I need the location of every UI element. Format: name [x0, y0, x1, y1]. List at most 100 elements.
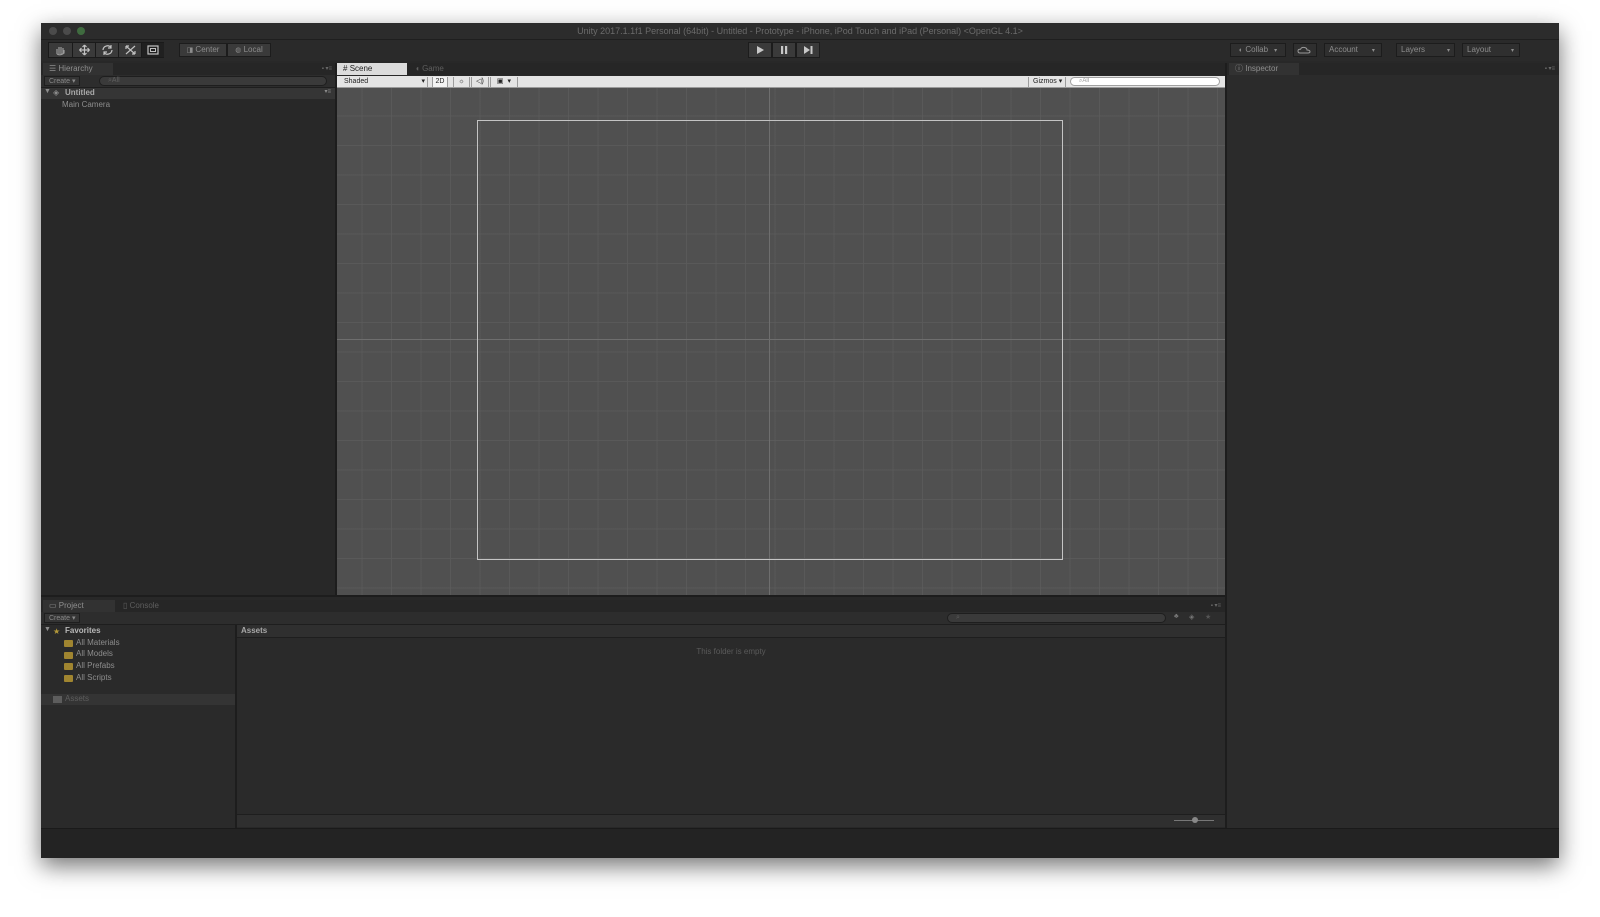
- pause-button[interactable]: [772, 42, 796, 58]
- main-toolbar: ◨ Center ◍ Local ◐ Collab ▾ Account ▾ Laye: [41, 40, 1559, 61]
- chevron-down-icon: ▾: [1447, 48, 1451, 54]
- folder-icon: ▭: [49, 601, 57, 610]
- title-bar: Unity 2017.1.1f1 Personal (64bit) - Unti…: [41, 23, 1559, 40]
- speaker-icon: ◁): [476, 78, 484, 85]
- tab-scene[interactable]: # Scene: [337, 63, 407, 75]
- search-folder-icon: [64, 640, 73, 647]
- play-button[interactable]: [748, 42, 772, 58]
- gizmos-dropdown[interactable]: Gizmos ▾: [1028, 77, 1066, 87]
- hierarchy-toolbar: Create ▾ ⌕All: [41, 75, 336, 88]
- search-folder-icon: [64, 652, 73, 659]
- chevron-down-icon: ▾: [1371, 48, 1375, 54]
- unity-scene-icon: ◈: [53, 88, 60, 97]
- favorites-label[interactable]: Favorites: [65, 626, 101, 635]
- list-item[interactable]: All Prefabs: [76, 661, 115, 670]
- list-item[interactable]: All Models: [76, 649, 113, 658]
- pivot-center-button[interactable]: ◨ Center: [179, 43, 227, 57]
- globe-icon: ◍: [235, 47, 242, 54]
- tab-hierarchy[interactable]: ☰ Hierarchy: [43, 63, 113, 75]
- pacman-icon: ◖: [415, 64, 420, 73]
- image-icon: ▣: [496, 78, 504, 85]
- effects-dropdown[interactable]: ▣ ▾: [490, 77, 518, 87]
- chevron-down-icon: ▾: [71, 78, 76, 85]
- grid-icon: #: [343, 64, 348, 73]
- chevron-down-icon: ▾: [1511, 48, 1515, 54]
- hierarchy-search-input[interactable]: ⌕All: [99, 76, 327, 86]
- panel-menu-icon[interactable]: ▪ ▾≡: [1545, 65, 1555, 72]
- filter-type-icon[interactable]: ♣: [1174, 613, 1179, 620]
- tab-game[interactable]: ◖ Game: [409, 63, 469, 75]
- slider-thumb[interactable]: [1192, 817, 1198, 823]
- project-tab-bar: ▭ Project ▯ Console ▪ ▾≡: [41, 600, 1225, 612]
- expand-triangle-icon[interactable]: ▼: [44, 626, 51, 633]
- pivot-icon: ◨: [186, 47, 194, 54]
- scene-row[interactable]: ▼ ◈ Untitled ▾≡: [41, 88, 336, 99]
- console-icon: ▯: [123, 601, 128, 610]
- hierarchy-tab-bar: ☰ Hierarchy ▪ ▾≡: [41, 63, 336, 75]
- list-item[interactable]: All Scripts: [76, 673, 112, 682]
- panel-menu-icon[interactable]: ▪ ▾≡: [1211, 602, 1221, 609]
- assets-breadcrumb: Assets: [237, 625, 1225, 638]
- audio-toggle[interactable]: ◁): [471, 77, 489, 87]
- hierarchy-create-button[interactable]: Create ▾: [44, 76, 81, 86]
- chevron-down-icon: ▾: [507, 78, 512, 85]
- scene-search-input[interactable]: ⌕All: [1070, 77, 1220, 86]
- collab-dropdown[interactable]: ◐ Collab ▾: [1230, 43, 1286, 57]
- layout-dropdown[interactable]: Layout ▾: [1462, 43, 1520, 57]
- camera-bounds[interactable]: [477, 120, 1063, 560]
- project-search-input[interactable]: ⌕: [947, 613, 1166, 623]
- list-icon: ☰: [49, 64, 57, 73]
- lighting-toggle[interactable]: ☼: [453, 77, 470, 87]
- chevron-down-icon: ▾: [421, 78, 425, 85]
- list-item[interactable]: All Materials: [76, 638, 120, 647]
- scene-tab-bar: # Scene ◖ Game: [337, 63, 1225, 75]
- hand-icon[interactable]: [49, 43, 72, 57]
- pause-icon: [781, 46, 788, 54]
- chevron-down-icon: ▾: [1274, 48, 1278, 54]
- move-icon[interactable]: [72, 43, 96, 57]
- play-icon: [757, 46, 764, 54]
- project-create-button[interactable]: Create ▾: [44, 613, 81, 623]
- breadcrumb[interactable]: Assets: [241, 626, 267, 635]
- rect-icon[interactable]: [141, 43, 164, 57]
- layers-dropdown[interactable]: Layers ▾: [1396, 43, 1455, 57]
- star-icon[interactable]: ★: [1205, 613, 1211, 621]
- star-icon: ★: [53, 627, 61, 636]
- status-bar: [41, 828, 1559, 858]
- sun-icon: ☼: [458, 78, 465, 85]
- window-title: Unity 2017.1.1f1 Personal (64bit) - Unti…: [577, 26, 1023, 36]
- cloud-icon: [1297, 46, 1311, 54]
- expand-triangle-icon[interactable]: ▼: [44, 88, 51, 95]
- account-dropdown[interactable]: Account ▾: [1324, 43, 1382, 57]
- scene-viewport[interactable]: [337, 88, 1225, 595]
- collab-icon: ◐: [1238, 47, 1244, 54]
- panel-divider[interactable]: [41, 595, 1225, 597]
- transform-tools: [48, 42, 164, 58]
- step-button[interactable]: [796, 42, 820, 58]
- scale-icon[interactable]: [118, 43, 142, 57]
- filter-label-icon[interactable]: ◈: [1189, 613, 1194, 621]
- search-folder-icon: [64, 663, 73, 670]
- chevron-down-icon: ▾: [71, 615, 76, 622]
- tab-inspector[interactable]: ⓘ Inspector: [1229, 63, 1299, 75]
- list-item[interactable]: Main Camera: [62, 100, 110, 109]
- assets-content[interactable]: This folder is empty: [237, 638, 1225, 814]
- rotate-icon[interactable]: [95, 43, 119, 57]
- tab-project[interactable]: ▭ Project: [43, 600, 115, 612]
- mode-2d-toggle[interactable]: 2D: [432, 77, 448, 87]
- tab-console[interactable]: ▯ Console: [117, 600, 187, 612]
- scene-toolbar: Shaded ▾ 2D ☼ ◁) ▣ ▾ Gizmos ▾ ⌕All: [337, 76, 1225, 88]
- pivot-local-button[interactable]: ◍ Local: [227, 43, 271, 57]
- project-toolbar: Create ▾ ⌕ ♣ ◈ ★: [41, 612, 1225, 625]
- search-icon: ⌕: [956, 614, 960, 621]
- inspector-tab-bar: ⓘ Inspector ▪ ▾≡: [1227, 63, 1559, 75]
- search-folder-icon: [64, 675, 73, 682]
- draw-mode-dropdown[interactable]: Shaded ▾: [340, 77, 428, 87]
- assets-folder-row[interactable]: Assets: [41, 694, 235, 705]
- step-icon: [804, 46, 813, 54]
- scene-menu-icon[interactable]: ▾≡: [324, 88, 331, 95]
- cloud-button[interactable]: [1293, 43, 1317, 57]
- panel-menu-icon[interactable]: ▪ ▾≡: [322, 65, 332, 72]
- info-icon: ⓘ: [1235, 64, 1243, 73]
- scene-name: Untitled: [65, 88, 95, 97]
